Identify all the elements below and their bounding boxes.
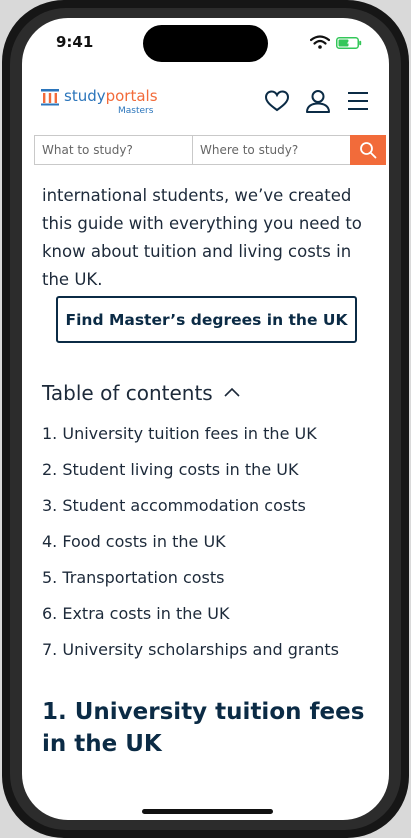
- toc-title: Table of contents: [42, 381, 213, 405]
- logo-subtitle: Masters: [118, 106, 154, 116]
- find-masters-button[interactable]: Find Master’s degrees in the UK: [56, 296, 357, 343]
- toc-item-scholarships[interactable]: 7. University scholarships and grants: [42, 634, 372, 670]
- heart-icon[interactable]: [264, 88, 290, 114]
- phone-screen: 9:41 studyportals Masters What to study?…: [22, 18, 389, 820]
- search-icon: [360, 142, 377, 159]
- dynamic-island: [143, 25, 268, 62]
- menu-icon[interactable]: [345, 88, 371, 114]
- toc-item-accommodation[interactable]: 3. Student accommodation costs: [42, 490, 372, 526]
- section-heading: 1. University tuition fees in the UK: [42, 699, 365, 757]
- user-icon[interactable]: [305, 88, 331, 114]
- what-to-study-input[interactable]: [35, 136, 193, 164]
- where-to-study-input[interactable]: [193, 136, 351, 164]
- logo-wordmark: studyportals: [64, 87, 158, 105]
- battery-icon: [336, 37, 362, 49]
- logo-columns-icon: [41, 89, 59, 106]
- search-button[interactable]: [350, 135, 386, 165]
- home-indicator[interactable]: [142, 809, 273, 814]
- wifi-icon: [310, 35, 330, 49]
- toc-toggle[interactable]: Table of contents: [42, 380, 241, 406]
- intro-paragraph: international students, we’ve created th…: [42, 186, 362, 289]
- search-bar: [34, 135, 386, 165]
- chevron-up-icon: [224, 387, 240, 397]
- toc-list: 1. University tuition fees in the UK 2. …: [42, 418, 372, 670]
- status-time: 9:41: [56, 33, 94, 51]
- toc-item-transportation[interactable]: 5. Transportation costs: [42, 562, 372, 598]
- toc-item-food-costs[interactable]: 4. Food costs in the UK: [42, 526, 372, 562]
- toc-item-living-costs[interactable]: 2. Student living costs in the UK: [42, 454, 372, 490]
- toc-item-extra-costs[interactable]: 6. Extra costs in the UK: [42, 598, 372, 634]
- toc-item-tuition-fees[interactable]: 1. University tuition fees in the UK: [42, 418, 372, 454]
